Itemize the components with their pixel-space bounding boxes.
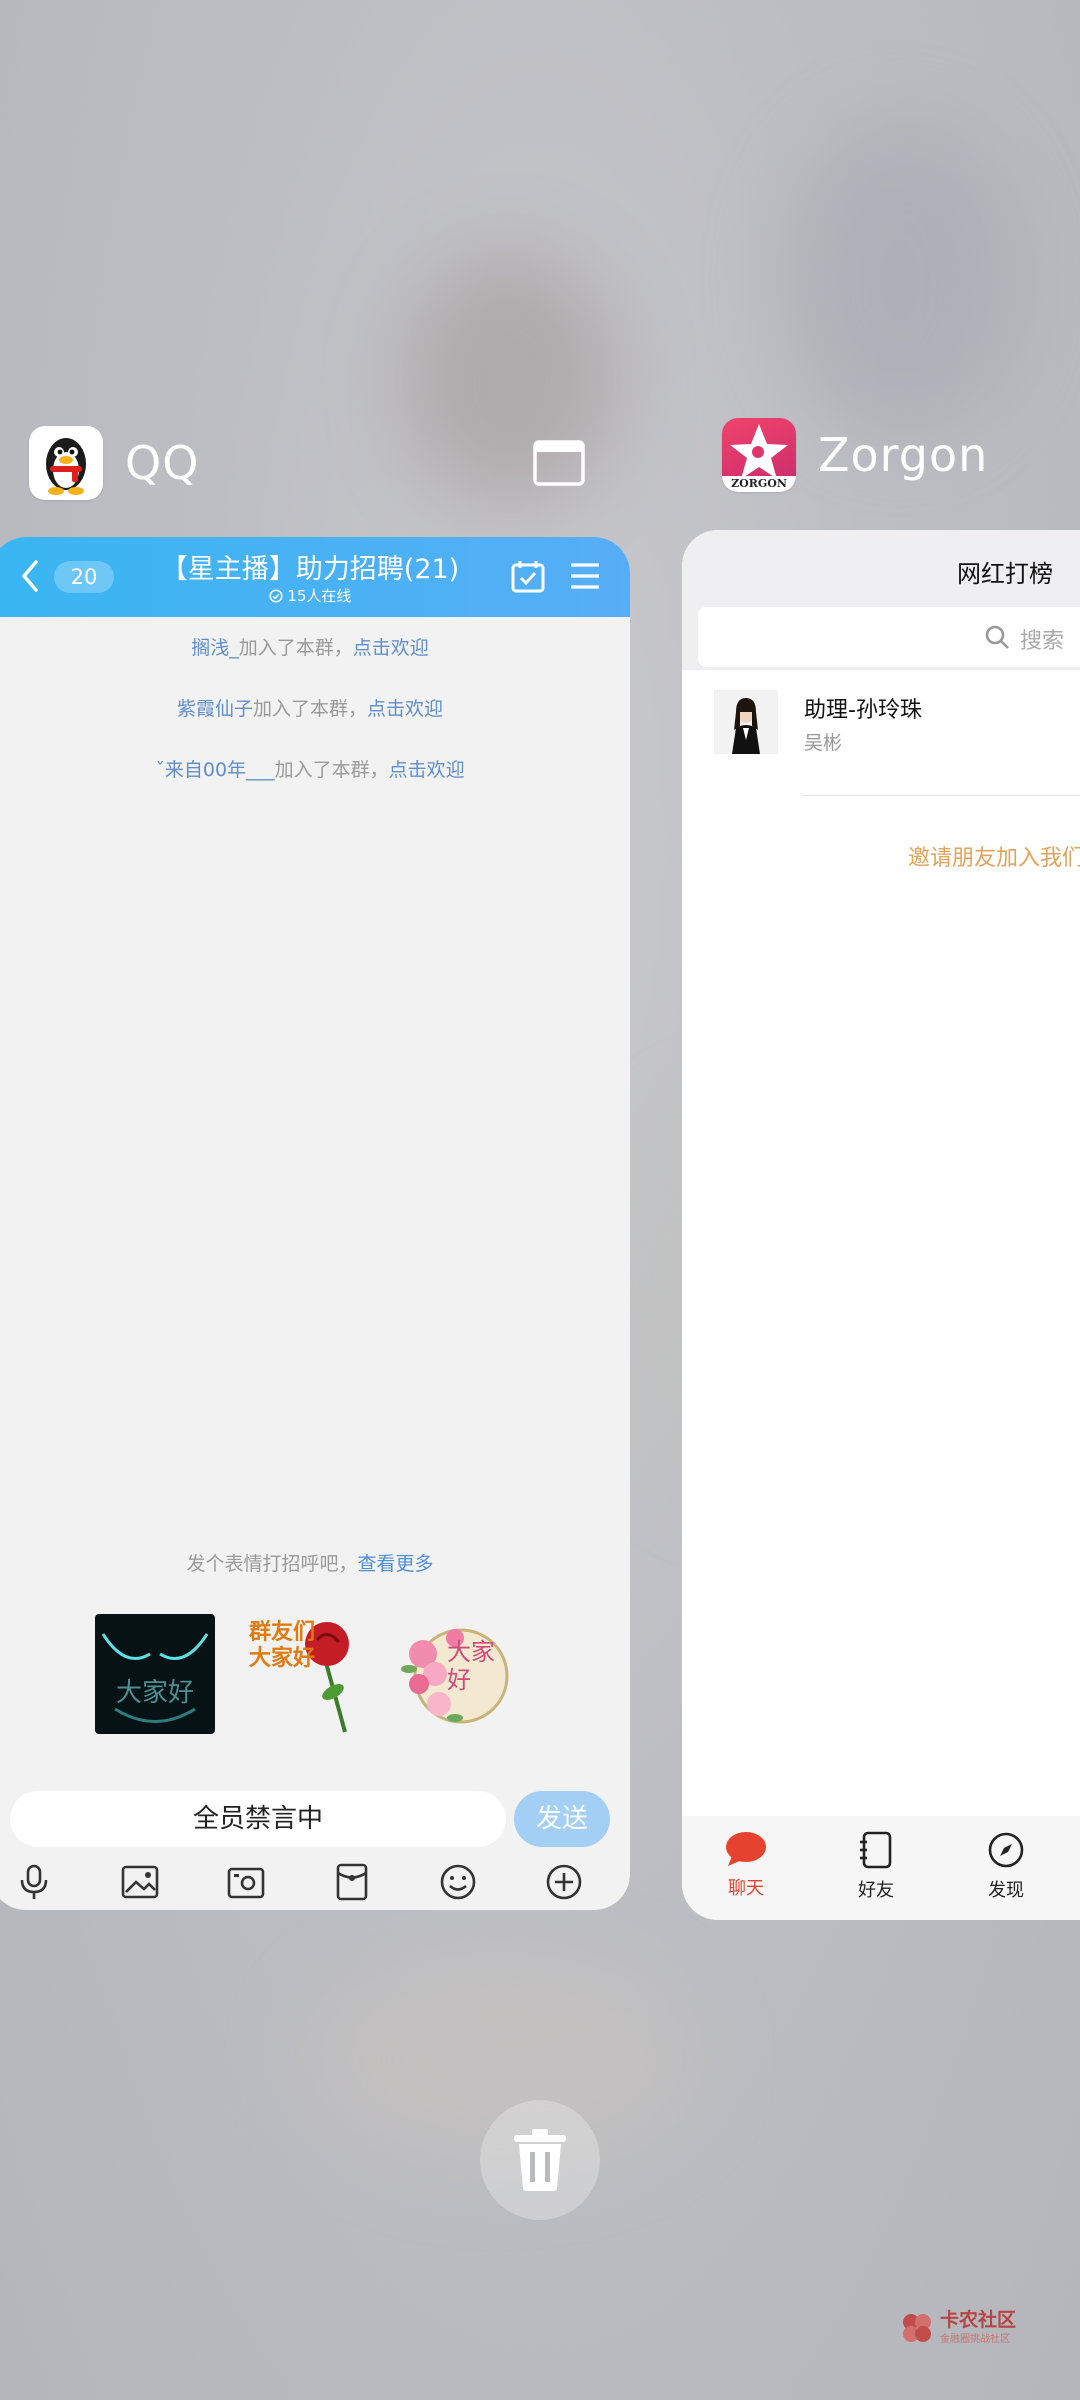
qq-app-header[interactable]: QQ bbox=[29, 426, 199, 500]
sticker-3[interactable]: 大家好 bbox=[395, 1614, 515, 1734]
welcome-link[interactable]: 点击欢迎 bbox=[367, 698, 443, 720]
zorgon-top-bar: 网红打榜 搜索 bbox=[682, 530, 1080, 670]
watermark: 卡农社区 金融圈挑战社区 bbox=[900, 2310, 1016, 2345]
join-text: 加入了本群， bbox=[238, 637, 353, 659]
muted-input-field[interactable]: 全员禁言中 bbox=[10, 1791, 506, 1847]
zorgon-icon-text: ZORGON bbox=[731, 477, 787, 490]
online-count-text: 15人在线 bbox=[287, 587, 352, 605]
sticker-suggestions: 大家好 群友们大家好 大家好 bbox=[95, 1614, 515, 1734]
member-name[interactable]: 搁浅_ bbox=[191, 637, 239, 659]
system-message-3: ˇ来自00年___加入了本群，点击欢迎 bbox=[0, 755, 630, 782]
qq-penguin-icon[interactable] bbox=[29, 426, 103, 500]
qq-app-name: QQ bbox=[125, 436, 200, 490]
zorgon-app-card[interactable]: 网红打榜 搜索 助理-孙玲珠 吴彬 邀请朋友加入我们 聊天 好友 发现 bbox=[682, 530, 1080, 1920]
window-mode-icon[interactable] bbox=[533, 440, 585, 490]
trash-icon bbox=[514, 2129, 566, 2191]
chat-toolbar bbox=[0, 1862, 630, 1906]
tab-chat-label: 聊天 bbox=[728, 1878, 764, 1899]
tab-discover-label: 发现 bbox=[988, 1880, 1024, 1901]
tab-friends-label: 好友 bbox=[858, 1880, 894, 1901]
search-placeholder: 搜索 bbox=[1020, 629, 1065, 654]
tab-friends[interactable]: 好友 bbox=[836, 1830, 916, 1902]
system-message-1: 搁浅_加入了本群，点击欢迎 bbox=[0, 633, 630, 660]
member-name[interactable]: 紫霞仙子 bbox=[177, 698, 253, 720]
person-avatar-icon bbox=[714, 690, 778, 754]
system-message-2: 紫霞仙子加入了本群，点击欢迎 bbox=[0, 694, 630, 721]
chat-input-row: 全员禁言中 发送 bbox=[10, 1791, 610, 1847]
watermark-subtitle: 金融圈挑战社区 bbox=[940, 2334, 1010, 2345]
calendar-check-icon[interactable] bbox=[510, 559, 546, 595]
welcome-link[interactable]: 点击欢迎 bbox=[353, 637, 429, 659]
camera-icon[interactable] bbox=[226, 1862, 266, 1902]
view-more-link[interactable]: 查看更多 bbox=[358, 1553, 434, 1575]
sticker-1-text: 大家好 bbox=[115, 1678, 194, 1708]
sticker-3-text: 大家好 bbox=[447, 1638, 495, 1694]
contact-name: 助理-孙玲珠 bbox=[804, 698, 922, 723]
microphone-icon[interactable] bbox=[14, 1862, 54, 1902]
join-text: 加入了本群， bbox=[252, 698, 367, 720]
chat-bubble-icon bbox=[726, 1832, 766, 1866]
compass-icon bbox=[988, 1832, 1024, 1868]
watermark-title: 卡农社区 bbox=[940, 2309, 1017, 2331]
contact-avatar bbox=[714, 690, 778, 754]
plus-icon[interactable] bbox=[544, 1862, 584, 1902]
greeting-hint: 发个表情打招呼吧，查看更多 bbox=[0, 1549, 630, 1576]
zorgon-page-title: 网红打榜 bbox=[957, 560, 1053, 588]
online-check-icon bbox=[269, 589, 283, 603]
sticker-2[interactable]: 群友们大家好 bbox=[245, 1614, 365, 1734]
menu-icon[interactable] bbox=[568, 559, 602, 593]
zorgon-app-header[interactable]: ZORGON Zorgon bbox=[722, 418, 988, 492]
red-packet-icon[interactable] bbox=[332, 1862, 372, 1902]
zorgon-app-name: Zorgon bbox=[818, 428, 989, 482]
contact-row[interactable]: 助理-孙玲珠 吴彬 bbox=[714, 690, 1080, 790]
search-icon bbox=[985, 625, 1009, 649]
tab-chat[interactable]: 聊天 bbox=[706, 1830, 786, 1900]
address-book-icon bbox=[860, 1831, 892, 1869]
invite-friends-link[interactable]: 邀请朋友加入我们 bbox=[908, 840, 1080, 872]
join-text: 加入了本群， bbox=[274, 759, 389, 781]
contact-subtitle: 吴彬 bbox=[804, 732, 843, 754]
greeting-hint-text: 发个表情打招呼吧， bbox=[186, 1553, 358, 1575]
sticker-1[interactable]: 大家好 bbox=[95, 1614, 215, 1734]
qq-app-card[interactable]: 20 【星主播】助力招聘(21) 15人在线 搁浅_加入了本群，点击欢迎 紫霞仙… bbox=[0, 537, 630, 1910]
image-icon[interactable] bbox=[120, 1862, 160, 1902]
divider bbox=[802, 795, 1080, 796]
sticker-2-text: 群友们大家好 bbox=[249, 1620, 316, 1671]
clear-all-button[interactable] bbox=[480, 2100, 600, 2220]
emoji-icon[interactable] bbox=[438, 1862, 478, 1902]
zorgon-search-field[interactable]: 搜索 bbox=[698, 607, 1080, 667]
tab-discover[interactable]: 发现 bbox=[966, 1830, 1046, 1902]
watermark-logo-icon bbox=[903, 2313, 931, 2342]
welcome-link[interactable]: 点击欢迎 bbox=[389, 759, 465, 781]
send-button[interactable]: 发送 bbox=[514, 1791, 610, 1847]
zorgon-tab-bar: 聊天 好友 发现 bbox=[682, 1816, 1080, 1920]
zorgon-star-icon[interactable]: ZORGON bbox=[722, 418, 796, 492]
member-name[interactable]: ˇ来自00年___ bbox=[155, 759, 274, 781]
qq-chat-header: 20 【星主播】助力招聘(21) 15人在线 bbox=[0, 537, 630, 617]
